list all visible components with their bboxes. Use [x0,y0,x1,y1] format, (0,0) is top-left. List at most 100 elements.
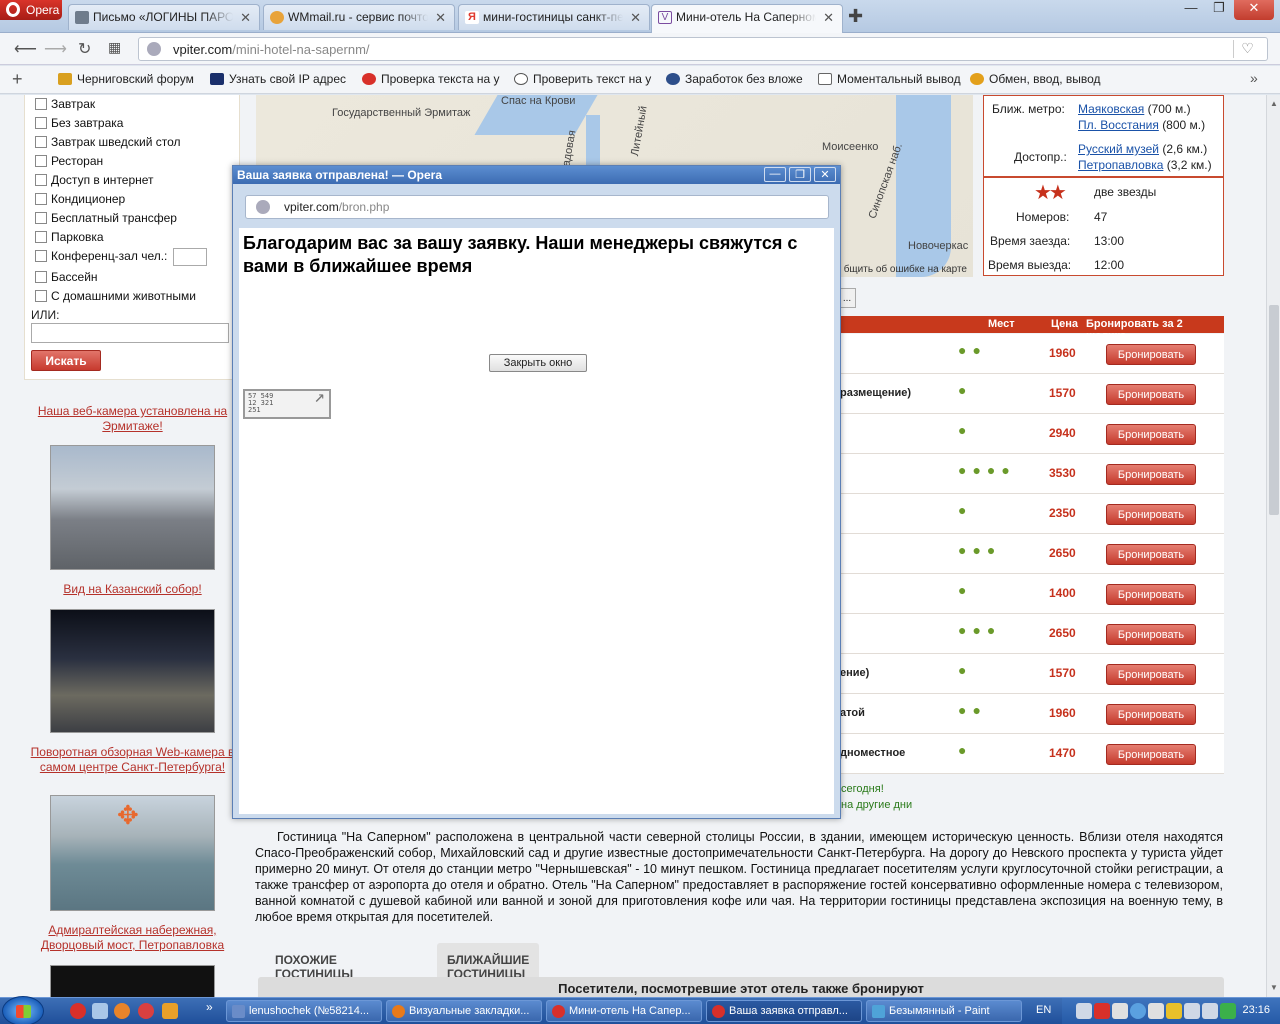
address-bar[interactable]: vpiter.com/mini-hotel-na-sapernm/ ♡ [138,37,1268,61]
webcam-link-panorama[interactable]: Поворотная обзорная Web-камера в самом ц… [30,745,235,775]
tray-icon[interactable] [1094,1003,1110,1019]
site-info-icon[interactable] [256,200,270,214]
site-info-icon[interactable] [147,42,161,56]
amenity-checkbox[interactable]: С домашними животными [35,289,196,303]
webcam-image[interactable] [50,609,215,733]
tab-close-icon[interactable]: ✕ [435,10,446,26]
taskbar-task[interactable]: lenushochek (№58214... [226,1000,382,1022]
amenity-checkbox[interactable]: Ресторан [35,154,103,168]
book-button[interactable]: Бронировать [1106,464,1196,485]
book-button[interactable]: Бронировать [1106,744,1196,765]
amenity-checkbox[interactable]: Завтрак шведский стол [35,135,181,149]
tray-icon[interactable] [1112,1003,1128,1019]
forward-icon[interactable]: ⟶ [44,39,67,59]
app-icon[interactable] [162,1003,178,1019]
close-window-button[interactable]: ✕ [1234,0,1274,20]
app-icon[interactable] [138,1003,154,1019]
tray-icon[interactable] [1148,1003,1164,1019]
popup-maximize-button[interactable]: ❐ [789,167,811,182]
tab-close-icon[interactable]: ✕ [630,10,641,26]
amenity-checkbox[interactable]: Конференц-зал чел.: [35,249,167,263]
scrollbar-thumb[interactable] [1269,305,1279,515]
language-indicator[interactable]: EN [1036,1004,1051,1016]
tab-similar-hotels[interactable]: ПОХОЖИЕ ГОСТИНИЦЫ [265,943,363,981]
show-desktop-icon[interactable] [92,1003,108,1019]
more-quicklaunch-icon[interactable]: » [206,1000,213,1014]
book-button[interactable]: Бронировать [1106,424,1196,445]
metro-link[interactable]: Маяковская [1078,102,1144,116]
scroll-down-icon[interactable]: ▼ [1270,983,1278,992]
webcam-image[interactable]: ✥ [50,795,215,911]
sight-link[interactable]: Русский музей [1078,142,1159,156]
minimize-button[interactable]: — [1178,0,1204,20]
bookmark-heart-icon[interactable]: ♡ [1233,40,1261,58]
tab-nearby-hotels[interactable]: БЛИЖАЙШИЕ ГОСТИНИЦЫ [437,943,540,981]
reload-icon[interactable]: ↻ [78,39,91,59]
tab-close-icon[interactable]: ✕ [240,10,251,26]
amenity-checkbox[interactable]: Бассейн [35,270,98,284]
hotel-name-input[interactable] [31,323,229,343]
speed-dial-icon[interactable]: ▦ [108,39,121,56]
tray-icon[interactable] [1220,1003,1236,1019]
scroll-up-icon[interactable]: ▲ [1270,99,1278,108]
add-bookmark-icon[interactable]: + [12,69,23,90]
webcam-link-hermitage[interactable]: Наша веб-камера установлена на Эрмитаже! [30,404,235,434]
tab-mail[interactable]: Письмо «ЛОГИНЫ ПАРОЛИ»✕ [68,4,260,30]
book-button[interactable]: Бронировать [1106,504,1196,525]
book-button[interactable]: Бронировать [1106,624,1196,645]
page-scrollbar[interactable]: ▲ ▼ [1266,95,1280,997]
volume-icon[interactable] [1202,1003,1218,1019]
conference-capacity-input[interactable] [173,248,207,266]
popup-address-bar[interactable]: vpiter.com/bron.php [245,195,829,219]
tray-icon[interactable] [1076,1003,1092,1019]
visitor-counter[interactable]: 57 549 12 321 251 ↗ [243,388,331,419]
bookmark-item[interactable]: Проверка текста на у [362,72,500,86]
taskbar-task[interactable]: Мини-отель На Сапер... [546,1000,702,1022]
new-tab-button[interactable]: ✚ [848,6,863,27]
book-button[interactable]: Бронировать [1106,664,1196,685]
tab-wmmail[interactable]: WMmail.ru - сервис почтовых✕ [263,4,455,30]
popup-close-button[interactable]: ✕ [814,167,836,182]
bookmark-item[interactable]: Обмен, ввод, вывод [970,72,1101,86]
amenity-checkbox[interactable]: Бесплатный трансфер [35,211,177,225]
book-button[interactable]: Бронировать [1106,704,1196,725]
taskbar-task[interactable]: Безымянный - Paint [866,1000,1022,1022]
tab-vpiter[interactable]: VМини-отель На Саперном. С✕ [651,4,843,33]
amenity-checkbox[interactable]: Кондиционер [35,192,125,206]
firefox-icon[interactable] [114,1003,130,1019]
book-button[interactable]: Бронировать [1106,584,1196,605]
book-button[interactable]: Бронировать [1106,384,1196,405]
webcam-image[interactable] [50,445,215,570]
clock[interactable]: 23:16 [1242,1004,1270,1016]
amenity-checkbox[interactable]: Завтрак [35,97,95,111]
search-button[interactable]: Искать [31,350,101,371]
amenity-checkbox[interactable]: Парковка [35,230,104,244]
popup-minimize-button[interactable]: — [764,167,786,182]
bookmark-item[interactable]: Черниговский форум [58,72,194,86]
webcam-link-kazan[interactable]: Вид на Казанский собор! [50,582,215,597]
more-bookmarks-icon[interactable]: » [1250,70,1258,86]
amenity-checkbox[interactable]: Без завтрака [35,116,123,130]
bookmark-item[interactable]: Проверить текст на у [514,72,651,86]
tab-close-icon[interactable]: ✕ [823,10,834,26]
bookmark-item[interactable]: Узнать свой IP адрес [210,72,346,86]
book-button[interactable]: Бронировать [1106,544,1196,565]
webcam-image[interactable] [50,965,215,997]
amenity-checkbox[interactable]: Доступ в интернет [35,173,154,187]
metro-link[interactable]: Пл. Восстания [1078,118,1159,132]
sight-link[interactable]: Петропавловка [1078,158,1163,172]
tray-icon[interactable] [1130,1003,1146,1019]
taskbar-task[interactable]: Ваша заявка отправл... [706,1000,862,1022]
close-window-button[interactable]: Закрыть окно [489,354,587,372]
network-icon[interactable] [1184,1003,1200,1019]
book-button[interactable]: Бронировать [1106,344,1196,365]
bookmark-item[interactable]: Моментальный вывод [818,72,961,86]
start-button[interactable] [2,996,44,1024]
taskbar-task[interactable]: Визуальные закладки... [386,1000,542,1022]
maximize-button[interactable]: ❐ [1206,0,1232,20]
tab-yandex[interactable]: Ямини-гостиницы санкт-петербурга✕ [458,4,650,30]
webcam-link-admiralty[interactable]: Адмиралтейская набережная, Дворцовый мос… [30,923,235,953]
bookmark-item[interactable]: Заработок без вложе [666,72,803,86]
map-report-error-link[interactable]: бщить об ошибке на карте [844,264,967,275]
opera-menu-button[interactable]: Opera [0,0,62,20]
